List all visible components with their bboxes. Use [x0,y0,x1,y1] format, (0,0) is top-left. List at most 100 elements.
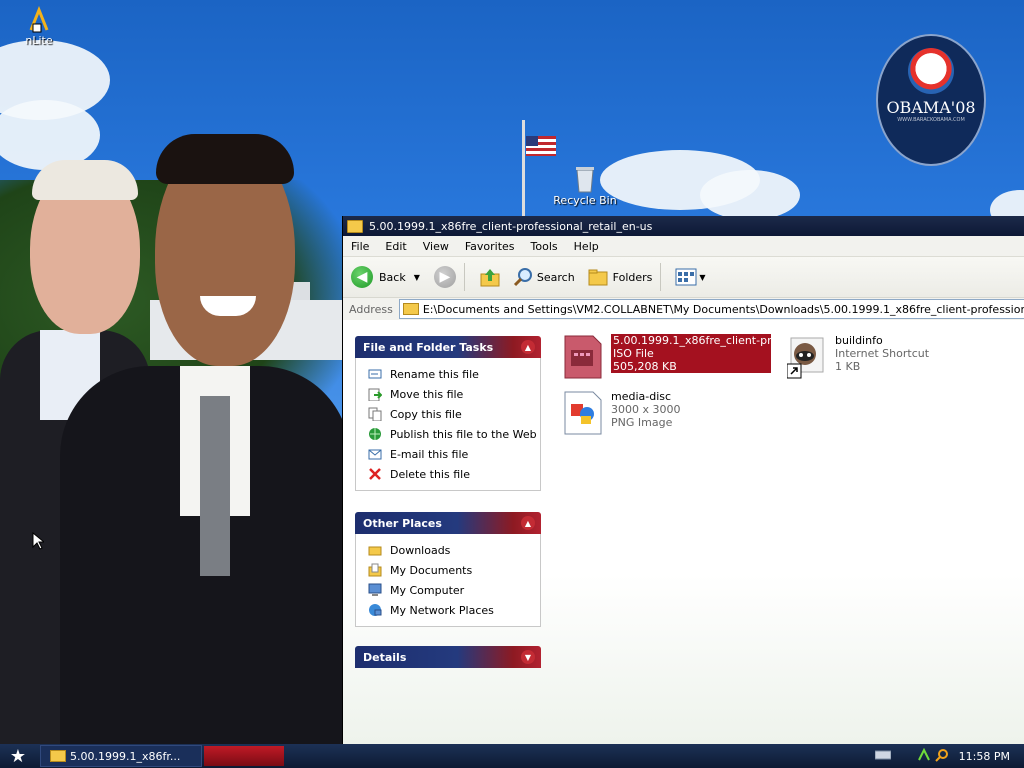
folder-icon [402,303,419,315]
folders-button[interactable]: Folders [587,267,653,287]
task-label: Delete this file [390,467,470,481]
panel-header[interactable]: Details ▼ [355,646,541,668]
taskbar-window-label: 5.00.1999.1_x86fr... [70,749,181,763]
other-places-panel: Other Places ▲ Downloads My Documents My… [355,512,541,627]
place-my-documents[interactable]: My Documents [368,560,540,580]
network-tray-icon[interactable] [917,747,931,765]
start-button[interactable]: ★ [0,744,36,768]
task-label: Move this file [390,387,464,401]
network-icon [368,603,382,617]
menu-file[interactable]: File [343,240,377,253]
back-label: Back [379,270,406,284]
back-button[interactable]: ◀ Back ▼ [351,266,420,288]
toolbar-separator [660,263,662,291]
place-label: My Network Places [390,603,494,617]
address-field[interactable]: E:\Documents and Settings\VM2.COLLABNET\… [398,299,1024,319]
file-dimensions: 3000 x 3000 [611,403,681,416]
file-name: media-disc [611,390,672,403]
task-email[interactable]: E-mail this file [368,444,540,464]
task-move[interactable]: Move this file [368,384,540,404]
address-bar: Address E:\Documents and Settings\VM2.CO… [343,298,1024,321]
mouse-cursor-icon [32,532,44,550]
taskbar-decoration [204,746,284,766]
back-arrow-icon: ◀ [351,266,373,288]
desktop-icon-recycle-bin[interactable]: Recycle Bin [552,164,618,207]
file-type: ISO File [611,347,771,360]
file-size: 505,208 KB [611,360,771,373]
views-icon [675,268,697,286]
folder-icon [50,750,66,762]
task-copy[interactable]: Copy this file [368,404,540,424]
up-folder-icon [480,269,500,287]
forward-button[interactable]: ▶ [433,266,456,288]
file-item-buildinfo[interactable]: buildinfo Internet Shortcut 1 KB [786,334,930,380]
file-item-iso[interactable]: 5.00.1999.1_x86fre_client-pr... ISO File… [563,334,771,380]
panel-title: File and Folder Tasks [363,340,494,354]
task-rename[interactable]: Rename this file [368,364,540,384]
task-label: Copy this file [390,407,462,421]
taskbar-window-button[interactable]: 5.00.1999.1_x86fr... [40,745,202,767]
panel-header[interactable]: Other Places ▲ [355,512,541,534]
task-publish[interactable]: Publish this file to the Web [368,424,540,444]
my-documents-icon [368,563,382,577]
folder-icon [368,543,382,557]
keyboard-icon[interactable] [874,750,892,763]
window-title: 5.00.1999.1_x86fre_client-professional_r… [369,219,653,233]
file-item-media-disc[interactable]: media-disc 3000 x 3000 PNG Image [563,390,681,436]
collapse-icon[interactable]: ▲ [521,516,535,530]
star-icon: ★ [9,745,27,767]
up-folder-button[interactable] [479,266,501,288]
place-downloads[interactable]: Downloads [368,540,540,560]
address-value: E:\Documents and Settings\VM2.COLLABNET\… [422,302,1024,316]
views-button[interactable]: ▼ [675,268,706,286]
file-type: Internet Shortcut [835,347,930,360]
menu-view[interactable]: View [415,240,457,253]
expand-icon[interactable]: ▼ [521,650,535,664]
delete-icon [368,467,382,481]
obama-08-logo: OBAMA'08 WWW.BARACKOBAMA.COM [876,34,986,166]
menu-favorites[interactable]: Favorites [457,240,523,253]
menu-edit[interactable]: Edit [377,240,414,253]
window-titlebar[interactable]: 5.00.1999.1_x86fre_client-professional_r… [343,216,1024,236]
flagpole [522,120,525,220]
file-type: PNG Image [611,416,673,429]
obama-logo-mark [908,48,954,94]
png-image-icon [563,390,603,436]
menu-tools[interactable]: Tools [523,240,566,253]
copy-icon [368,407,382,421]
task-delete[interactable]: Delete this file [368,464,540,484]
search-button[interactable]: Search [513,267,575,287]
my-computer-icon [368,583,382,597]
collapse-icon[interactable]: ▲ [521,340,535,354]
task-label: Rename this file [390,367,479,381]
place-label: My Computer [390,583,465,597]
file-meta: media-disc 3000 x 3000 PNG Image [611,390,681,436]
place-label: My Documents [390,563,473,577]
panel-header[interactable]: File and Folder Tasks ▲ [355,336,541,358]
place-my-computer[interactable]: My Computer [368,580,540,600]
system-tray: 11:58 PM [865,747,1024,765]
chevron-down-icon[interactable]: ▼ [414,273,420,282]
menu-help[interactable]: Help [566,240,607,253]
menu-bar: File Edit View Favorites Tools Help [343,236,1024,257]
file-folder-tasks-panel: File and Folder Tasks ▲ Rename this file… [355,336,541,491]
file-name: buildinfo [835,334,883,347]
forward-arrow-icon: ▶ [433,266,456,288]
person-right [60,134,350,744]
folders-label: Folders [612,270,653,284]
place-my-network-places[interactable]: My Network Places [368,600,540,620]
desktop-icon-nlite[interactable]: nLite [16,5,62,47]
desktop-icon-label: nLite [25,34,53,47]
panel-body: Downloads My Documents My Computer My Ne… [355,534,541,627]
email-icon [368,447,382,461]
cloud [700,170,800,220]
clock[interactable]: 11:58 PM [959,750,1010,763]
content-area: File and Folder Tasks ▲ Rename this file… [343,320,1024,744]
desktop-icon-label: Recycle Bin [553,194,617,207]
search-tray-icon[interactable] [934,748,949,765]
panel-body: Rename this file Move this file Copy thi… [355,358,541,491]
file-meta: 5.00.1999.1_x86fre_client-pr... ISO File… [611,334,771,380]
american-flag [526,136,556,156]
chevron-down-icon: ▼ [699,272,706,282]
nlite-icon [25,5,53,34]
